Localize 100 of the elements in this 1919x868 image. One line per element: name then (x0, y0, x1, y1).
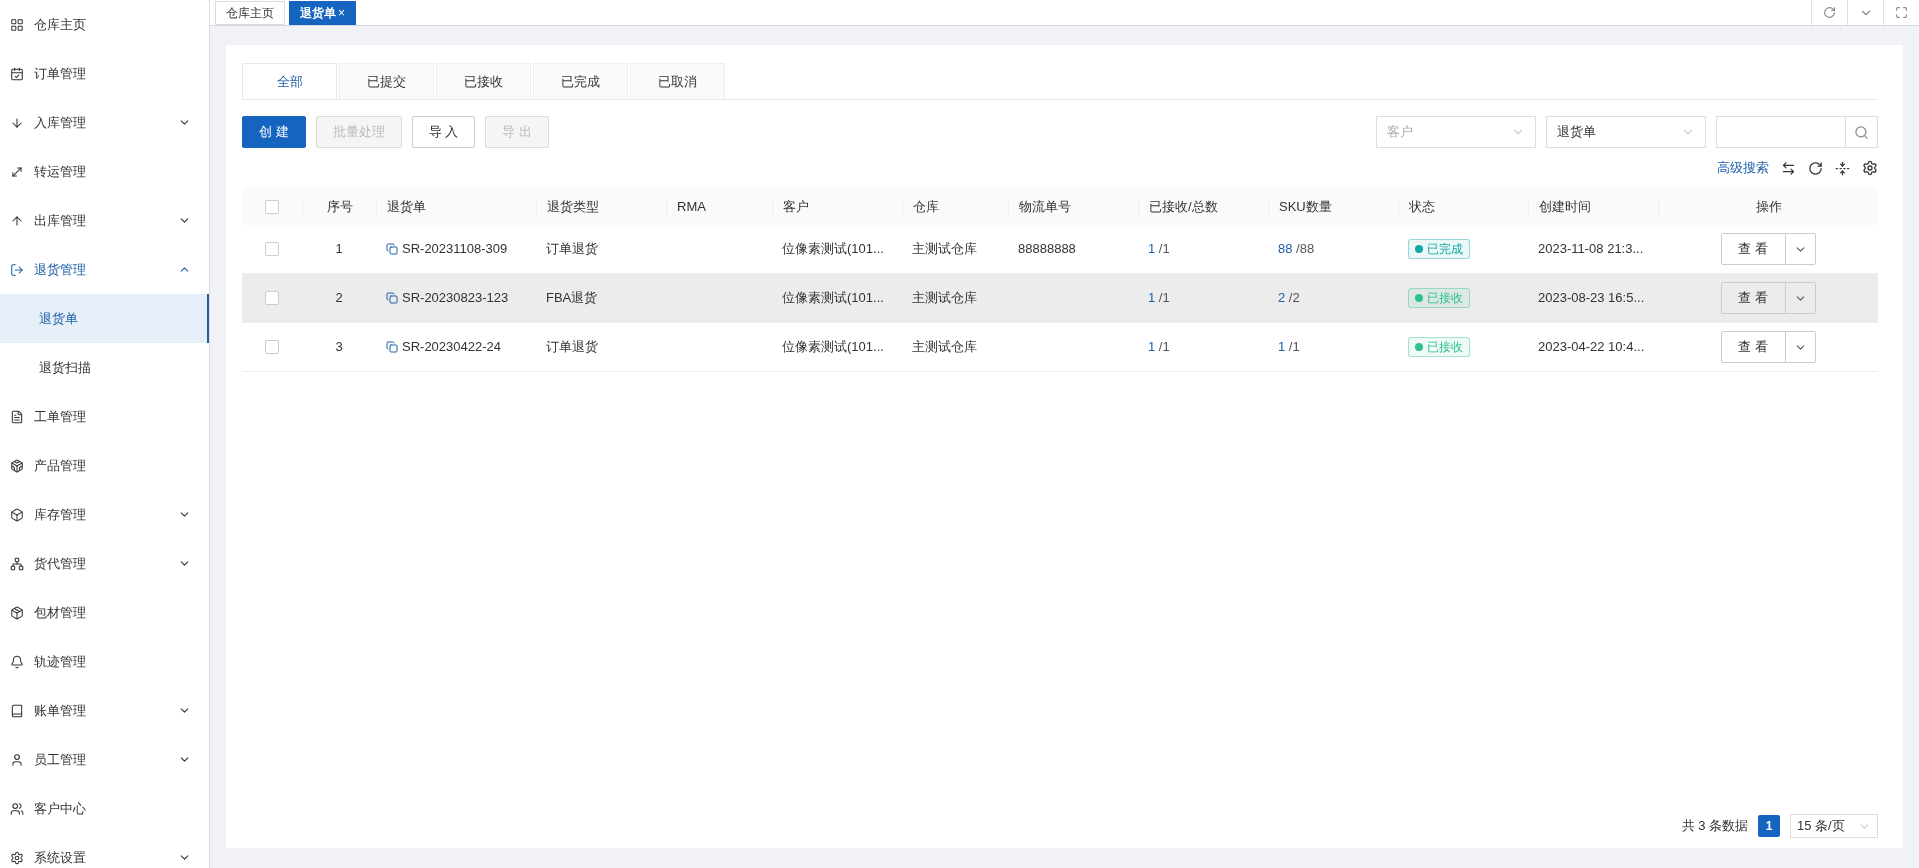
table-cell: 2023-08-23 16:5... (1538, 290, 1645, 306)
column-header: SKU数量 (1279, 197, 1332, 216)
table-cell-text: SR-20231108-309 (402, 240, 508, 259)
table-cell: 1 /1 (1148, 290, 1170, 306)
table-cell: 2 /2 (1278, 290, 1300, 306)
status-tag: 已接收 (1408, 288, 1470, 308)
package-icon (10, 605, 24, 620)
table-cell: FBA退货 (546, 290, 598, 306)
table-cell: 主测试仓库 (912, 339, 977, 355)
table-cell: 主测试仓库 (912, 241, 977, 257)
copy-icon[interactable] (386, 243, 398, 255)
table-cell: 2 (335, 290, 343, 306)
sidebar-item[interactable]: 出库管理 (0, 196, 209, 245)
table-cell: 3 (335, 339, 343, 355)
table-cell: 位像素测试(101... (782, 339, 884, 355)
users-icon (10, 801, 24, 816)
arrow-up-icon (10, 213, 24, 228)
diagonal-arrows-icon (10, 164, 24, 179)
table-cell: 1 /1 (1148, 241, 1170, 257)
status-tab[interactable]: 已接收 (436, 63, 531, 99)
page-tab[interactable]: 仓库主页 (215, 1, 285, 25)
status-tab[interactable]: 已完成 (533, 63, 628, 99)
advanced-search-link[interactable]: 高级搜索 (1717, 158, 1769, 178)
page-tab[interactable]: 退货单 × (289, 1, 356, 25)
table-row[interactable]: 2 SR-20230823-123 FBA退货 位像素测试(101... 主测试仓库 1 /1 2 /2 已接收 2023-08-23 16:5... 查 看 (242, 274, 1878, 323)
calendar-icon (10, 66, 24, 81)
table-cell: 88888888 (1018, 241, 1076, 257)
settings-icon (10, 850, 24, 865)
table-cell: 位像素测试(101... (782, 290, 884, 306)
settings-icon[interactable] (1862, 160, 1878, 176)
page-size-select[interactable]: 15 条/页 (1790, 814, 1878, 838)
column-header: 客户 (783, 197, 809, 216)
sidebar-item[interactable]: 货代管理 (0, 539, 209, 588)
book-icon (10, 703, 24, 718)
sidebar-item[interactable]: 系统设置 (0, 833, 209, 868)
row-checkbox[interactable] (265, 340, 279, 354)
sidebar-item[interactable]: 转运管理 (0, 147, 209, 196)
table-cell: 订单退货 (546, 241, 598, 257)
sidebar-subitem[interactable]: 退货扫描 (0, 343, 209, 392)
status-tab[interactable]: 已提交 (339, 63, 434, 99)
column-header: RMA (677, 197, 706, 216)
refresh-icon (1823, 6, 1836, 19)
column-header: 创建时间 (1539, 197, 1591, 216)
table-cell: 1 /1 (1278, 339, 1300, 355)
search-button[interactable] (1846, 116, 1878, 148)
sidebar-item[interactable]: 工单管理 (0, 392, 209, 441)
column-header: 序号 (326, 197, 353, 216)
sidebar-item[interactable]: 退货管理 (0, 245, 209, 294)
switch-icon[interactable] (1781, 160, 1796, 176)
row-height-icon[interactable] (1835, 160, 1850, 176)
status-tab[interactable]: 已取消 (630, 63, 725, 99)
table-cell: 88 /88 (1278, 241, 1315, 257)
sidebar-item[interactable]: 库存管理 (0, 490, 209, 539)
column-header: 操作 (1755, 197, 1782, 216)
status-tab[interactable]: 全部 (242, 63, 337, 99)
sidebar-item[interactable]: 客户中心 (0, 784, 209, 833)
cube-outline-icon (10, 458, 24, 473)
table-cell: 订单退货 (546, 339, 598, 355)
grid-icon (10, 17, 24, 32)
table-cell: 1 /1 (1148, 339, 1170, 355)
status-tag: 已完成 (1408, 239, 1470, 259)
status-tag: 已接收 (1408, 337, 1470, 357)
table-cell: 2023-11-08 21:3... (1538, 241, 1644, 257)
column-header: 退货类型 (547, 197, 599, 216)
sidebar-item[interactable]: 轨迹管理 (0, 637, 209, 686)
column-header: 退货单 (387, 197, 426, 216)
search-field[interactable] (1716, 116, 1846, 148)
sidebar-subitem[interactable]: 退货单 (0, 294, 209, 343)
header-checkbox[interactable] (265, 199, 279, 214)
sidebar-item[interactable]: 账单管理 (0, 686, 209, 735)
row-checkbox[interactable] (265, 242, 279, 256)
column-header: 仓库 (913, 197, 939, 216)
refresh-icon[interactable] (1808, 160, 1823, 176)
table-cell: 1 (335, 241, 343, 257)
sidebar-item[interactable]: 员工管理 (0, 735, 209, 784)
copy-icon[interactable] (386, 341, 398, 353)
copy-icon[interactable] (386, 292, 398, 304)
table-cell: 2023-04-22 10:4... (1538, 339, 1645, 355)
user-icon (10, 752, 24, 767)
page-button[interactable]: 1 (1758, 815, 1780, 837)
type-select[interactable]: 退货单 (1546, 116, 1706, 148)
table-cell: 主测试仓库 (912, 290, 977, 306)
row-checkbox[interactable] (265, 291, 279, 305)
column-header: 已接收/总数 (1149, 197, 1218, 216)
toolbar-button[interactable]: 创 建 (242, 116, 306, 148)
hierarchy-icon (10, 556, 24, 571)
document-icon (10, 409, 24, 424)
total-count: 共 3 条数据 (1681, 817, 1748, 836)
sidebar-item[interactable]: 包材管理 (0, 588, 209, 637)
sidebar-item[interactable]: 入库管理 (0, 98, 209, 147)
search-icon (1854, 124, 1869, 140)
sidebar-item[interactable]: 订单管理 (0, 49, 209, 98)
table-cell-text: SR-20230823-123 (402, 289, 509, 308)
cube-icon (10, 507, 24, 522)
toolbar-button[interactable]: 导 入 (411, 116, 476, 148)
sidebar-item[interactable]: 仓库主页 (0, 0, 209, 49)
table-cell-text: SR-20230422-24 (402, 338, 502, 357)
bell-icon (10, 654, 24, 669)
sidebar-item[interactable]: 产品管理 (0, 441, 209, 490)
column-header: 状态 (1409, 197, 1435, 216)
